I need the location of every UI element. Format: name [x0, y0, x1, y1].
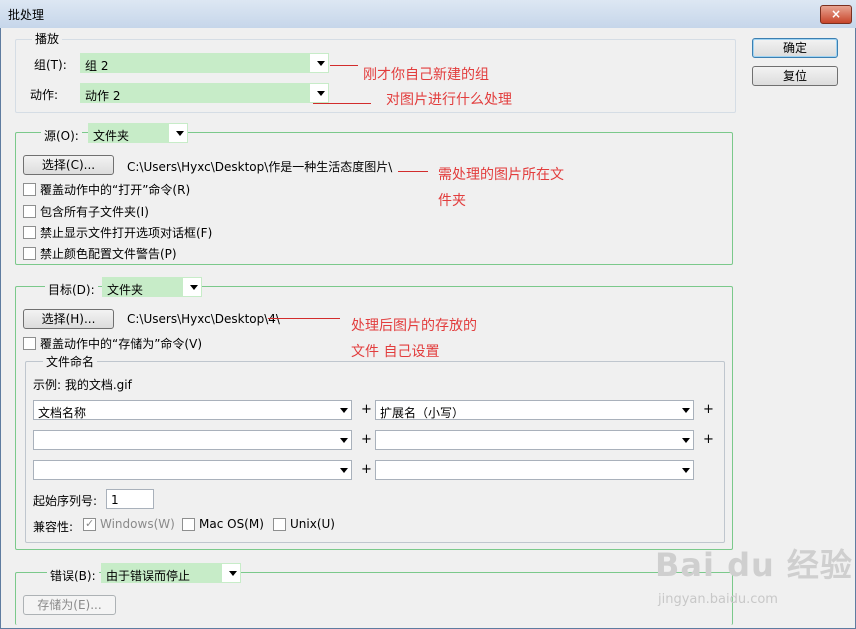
destination-label: 目标(D): [45, 281, 98, 298]
source-path: C:\Users\Hyxc\Desktop\作是一种生活态度图片\ [127, 160, 393, 174]
naming-field-5[interactable] [33, 460, 352, 480]
annotation-dest-2: 文件 自己设置 [351, 344, 440, 360]
compat-windows-checkbox[interactable]: ✓ Windows(W) [83, 517, 175, 531]
errors-value: 由于错误而停止 [106, 569, 191, 583]
action-label: 动作: [30, 88, 59, 102]
include-subfolders-checkbox[interactable]: 包含所有子文件夹(I) [23, 203, 149, 220]
checkmark-icon: ✓ [85, 516, 95, 530]
compat-label: 兼容性: [33, 520, 74, 534]
naming-field-2[interactable]: 扩展名（小写） [375, 400, 694, 420]
annotation-source-1: 需处理的图片所在文 [438, 167, 564, 183]
destination-path: C:\Users\Hyxc\Desktop\4\ [127, 312, 280, 326]
baidu-watermark: Bai du 经验 jingyan.baidu.com [655, 540, 853, 607]
compat-macos-checkbox[interactable]: Mac OS(M) [182, 517, 264, 531]
serial-input[interactable]: 1 [106, 489, 154, 509]
source-label: 源(O): [41, 127, 82, 144]
save-as-button[interactable]: 存储为(E)... [23, 595, 116, 615]
source-value: 文件夹 [93, 129, 130, 143]
set-value: 组 2 [85, 59, 109, 73]
watermark-url: jingyan.baidu.com [658, 592, 778, 607]
override-save-as-checkbox[interactable]: 覆盖动作中的“存储为”命令(V) [23, 335, 202, 352]
naming-field-6[interactable] [375, 460, 694, 480]
annotation-source-2: 件夹 [438, 193, 466, 209]
naming-field-1[interactable]: 文档名称 [33, 400, 352, 420]
errors-label: 错误(B): [47, 567, 99, 584]
source-dropdown[interactable]: 文件夹 [88, 123, 188, 143]
reset-button[interactable]: 复位 [752, 66, 838, 86]
compat-unix-checkbox[interactable]: Unix(U) [273, 517, 335, 531]
action-value: 动作 2 [85, 89, 121, 103]
window-title: 批处理 [8, 8, 45, 22]
plus-sign: + [361, 402, 372, 417]
set-label: 组(T): [34, 58, 67, 72]
set-dropdown[interactable]: 组 2 [80, 53, 329, 73]
chevron-down-icon [340, 408, 348, 413]
suppress-open-options-checkbox[interactable]: 禁止显示文件打开选项对话框(F) [23, 224, 212, 241]
naming-field-4[interactable] [375, 430, 694, 450]
play-legend: 播放 [32, 30, 63, 47]
serial-label: 起始序列号: [33, 494, 98, 508]
chevron-down-icon [340, 468, 348, 473]
chevron-down-icon [176, 131, 184, 136]
action-dropdown[interactable]: 动作 2 [80, 83, 329, 103]
naming-example: 示例: 我的文档.gif [33, 378, 132, 392]
title-bar: 批处理 × [0, 0, 856, 28]
naming-field-3[interactable] [33, 430, 352, 450]
plus-sign: + [361, 462, 372, 477]
destination-choose-button[interactable]: 选择(H)... [23, 309, 114, 329]
chevron-down-icon [682, 438, 690, 443]
plus-sign: + [703, 432, 714, 447]
annotation-action: 对图片进行什么处理 [386, 92, 512, 108]
chevron-down-icon [229, 571, 237, 576]
destination-value: 文件夹 [107, 283, 144, 297]
chevron-down-icon [682, 468, 690, 473]
plus-sign: + [361, 432, 372, 447]
suppress-color-warnings-checkbox[interactable]: 禁止颜色配置文件警告(P) [23, 245, 177, 262]
override-open-checkbox[interactable]: 覆盖动作中的“打开”命令(R) [23, 181, 190, 198]
chevron-down-icon [340, 438, 348, 443]
errors-dropdown[interactable]: 由于错误而停止 [101, 563, 241, 583]
source-choose-button[interactable]: 选择(C)... [23, 155, 114, 175]
plus-sign: + [703, 402, 714, 417]
destination-dropdown[interactable]: 文件夹 [102, 277, 202, 297]
annotation-set: 刚才你自己新建的组 [363, 67, 489, 83]
annotation-dest-1: 处理后图片的存放的 [351, 318, 477, 334]
chevron-down-icon [190, 285, 198, 290]
chevron-down-icon [317, 91, 325, 96]
chevron-down-icon [682, 408, 690, 413]
file-naming-legend: 文件命名 [43, 353, 98, 370]
close-button[interactable]: × [820, 5, 852, 24]
watermark-logo: Bai du 经验 [655, 546, 853, 584]
ok-button[interactable]: 确定 [752, 38, 838, 58]
chevron-down-icon [317, 61, 325, 66]
